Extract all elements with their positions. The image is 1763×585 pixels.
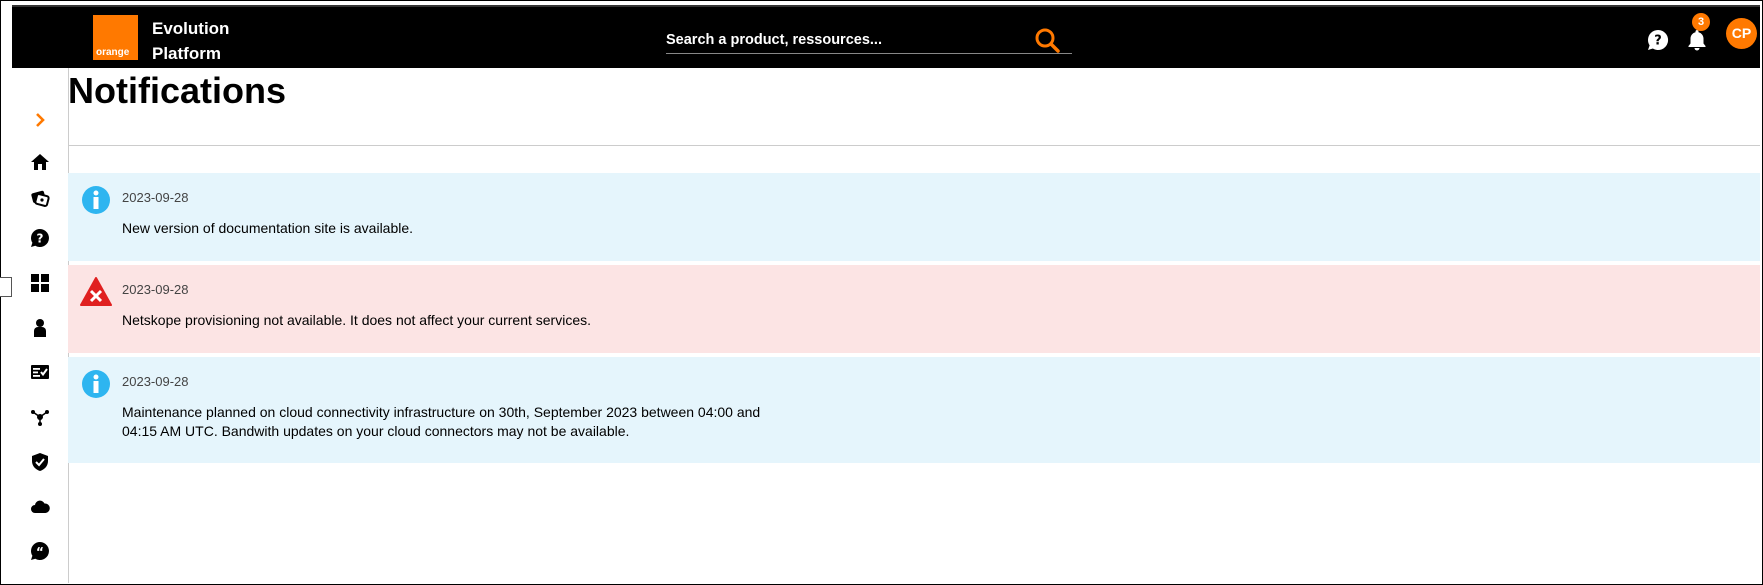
brand-line-2: Platform (152, 44, 221, 63)
notification-item: 2023-09-28 Netskope provisioning not ava… (68, 265, 1760, 353)
sidebar-item-feedback[interactable]: “ (28, 539, 52, 563)
brand-line-1: Evolution (152, 19, 230, 38)
sidebar-item-orders[interactable] (28, 360, 52, 384)
checklist-card-icon (31, 365, 49, 379)
sidebar-item-help[interactable]: ? (28, 226, 52, 250)
sidebar-item-user[interactable] (28, 316, 52, 340)
cloud-icon (31, 500, 50, 513)
title-divider (68, 145, 1760, 146)
search-input[interactable]: Search a product, ressources... (666, 23, 1072, 54)
home-icon (31, 154, 49, 170)
network-icon (31, 410, 49, 426)
notification-message: Netskope provisioning not available. It … (122, 312, 591, 328)
notification-message: New version of documentation site is ava… (122, 220, 414, 236)
page-title: Notifications (68, 70, 287, 111)
notification-date: 2023-09-28 (122, 190, 189, 205)
info-icon (82, 370, 110, 398)
bell-icon[interactable] (1685, 28, 1709, 52)
sidebar-item-dashboard[interactable] (28, 271, 52, 295)
chevron-right-icon (36, 113, 45, 127)
help-icon[interactable]: ? (1646, 28, 1670, 52)
help-circle-icon: ? (31, 229, 49, 247)
search-placeholder: Search a product, ressources... (666, 32, 882, 48)
sidebar-item-cloud[interactable] (28, 495, 52, 519)
sidebar-expand-button[interactable] (28, 108, 52, 132)
user-avatar[interactable]: CP (1726, 18, 1757, 49)
notification-date: 2023-09-28 (122, 282, 189, 297)
search-icon[interactable] (1034, 27, 1060, 53)
error-warning-icon (80, 277, 112, 306)
sidebar-item-home[interactable] (28, 150, 52, 174)
dashboard-grid-icon (31, 274, 49, 292)
window-edge-handle[interactable] (0, 277, 12, 297)
sidebar-item-security[interactable] (28, 450, 52, 474)
info-icon (82, 186, 110, 214)
tickets-icon (31, 190, 50, 207)
orange-logo[interactable]: orange (93, 15, 138, 60)
svg-text:“: “ (36, 545, 44, 559)
notification-message: Maintenance planned on cloud connectivit… (122, 404, 761, 439)
sidebar-item-network[interactable] (28, 405, 52, 429)
notification-count-badge: 3 (1692, 13, 1710, 31)
notification-item: 2023-09-28 Maintenance planned on cloud … (68, 357, 1760, 463)
notification-item: 2023-09-28 New version of documentation … (68, 173, 1760, 261)
logo-text: orange (96, 47, 130, 58)
shield-icon (32, 453, 48, 471)
top-bar: orange Evolution Platform Search a produ… (12, 5, 1760, 68)
sidebar: ? “ (12, 68, 69, 583)
notification-date: 2023-09-28 (122, 374, 189, 389)
svg-text:?: ? (37, 232, 44, 246)
sidebar-item-tickets[interactable] (28, 186, 52, 210)
brand-name[interactable]: Evolution Platform (152, 16, 229, 66)
chat-quote-icon: “ (31, 542, 49, 560)
user-icon (34, 319, 46, 337)
svg-text:?: ? (1654, 34, 1662, 49)
